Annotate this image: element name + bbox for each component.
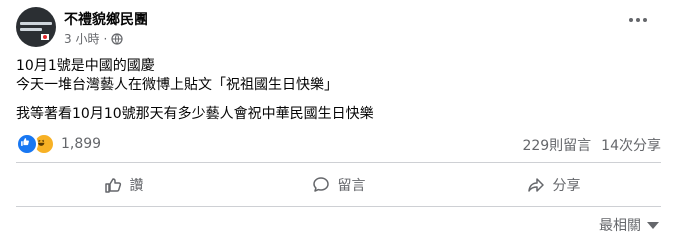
japan-flag-icon — [41, 34, 49, 40]
share-arrow-icon — [527, 178, 544, 192]
post-line: 今天一堆台灣藝人在微博上貼文「祝祖國生日快樂」 — [16, 77, 338, 93]
reaction-summary[interactable]: 1,899 — [16, 133, 101, 155]
post-line: 我等著看10月10號那天有多少藝人會祝中華民國生日快樂 — [16, 106, 374, 122]
globe-icon — [111, 32, 123, 45]
comment-bubble-icon — [312, 177, 329, 192]
divider — [16, 162, 661, 163]
more-dot — [643, 18, 647, 22]
meta-separator: · — [103, 31, 108, 46]
avatar-line-bottom — [20, 28, 42, 31]
like-icon — [16, 133, 38, 155]
share-label: 分享 — [552, 178, 581, 194]
more-dot — [629, 18, 633, 22]
post-text: 10月1號是中國的國慶 今天一堆台灣藝人在微博上貼文「祝祖國生日快樂」 我等著看… — [16, 57, 374, 124]
comment-button[interactable]: 留言 — [231, 168, 446, 202]
comment-sort-dropdown[interactable]: 最相關 — [599, 215, 659, 235]
comment-label: 留言 — [337, 178, 366, 194]
post-line: 10月1號是中國的國慶 — [16, 58, 155, 74]
page-name[interactable]: 不禮貌鄉民團 — [64, 9, 148, 29]
avatar-line-top — [20, 22, 52, 25]
comment-count-link[interactable]: 229則留言 — [522, 135, 591, 155]
sort-label: 最相關 — [599, 218, 641, 234]
reaction-count: 1,899 — [61, 136, 102, 152]
post-stats: 229則留言 14次分享 — [522, 135, 661, 155]
more-options-icon[interactable] — [629, 16, 649, 24]
page-avatar[interactable] — [16, 7, 56, 47]
caret-down-icon — [647, 221, 659, 229]
action-bar: 讚 留言 分享 — [16, 168, 661, 202]
divider — [16, 206, 661, 207]
share-count-link[interactable]: 14次分享 — [601, 135, 661, 155]
more-dot — [636, 18, 640, 22]
share-button[interactable]: 分享 — [446, 168, 661, 202]
like-label: 讚 — [129, 178, 144, 194]
post-card: 不禮貌鄉民團 3 小時 · 10月1號是中國的國慶 今天一堆台灣藝人在微博上貼文… — [0, 0, 677, 248]
thumbs-up-icon — [104, 178, 121, 193]
post-time[interactable]: 3 小時 — [64, 30, 99, 47]
like-button[interactable]: 讚 — [16, 168, 231, 202]
post-meta: 3 小時 · — [64, 30, 123, 47]
